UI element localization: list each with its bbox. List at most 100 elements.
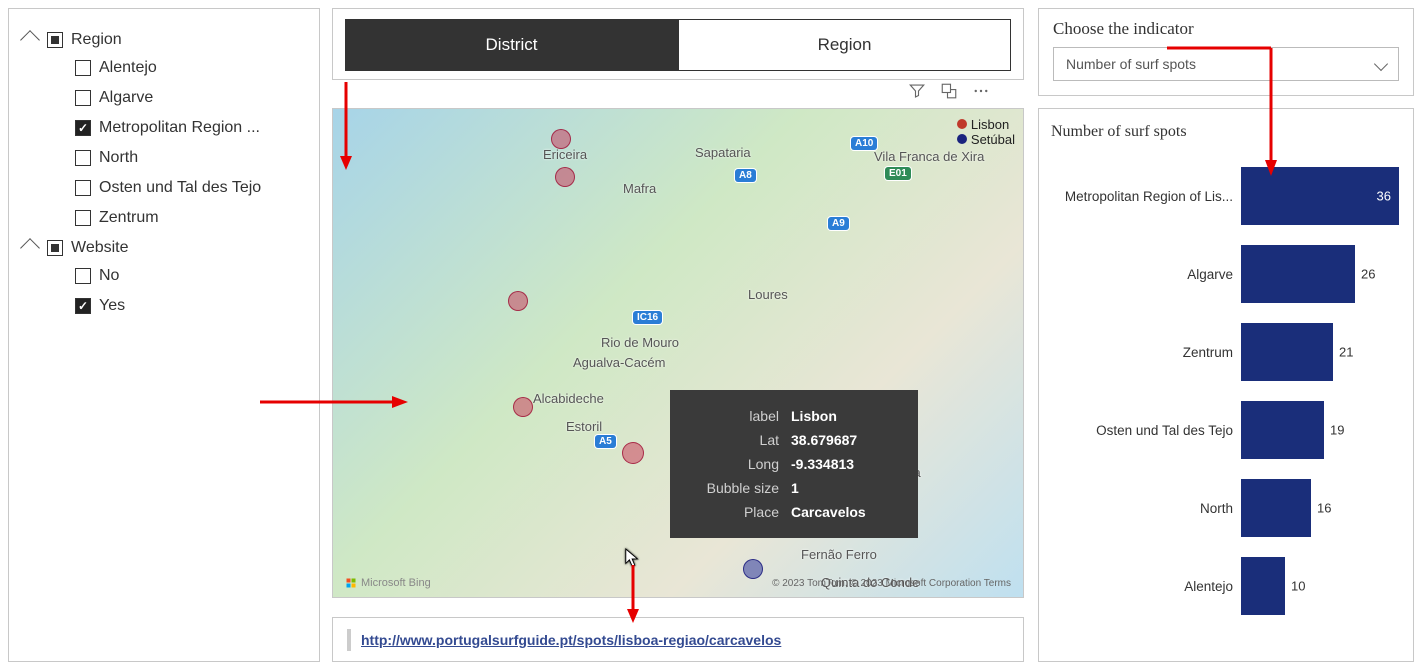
bar-value: 10 xyxy=(1291,579,1305,594)
bar-track: 21 xyxy=(1241,323,1401,381)
tooltip-key: label xyxy=(684,408,779,424)
chevron-down-icon xyxy=(1374,57,1388,71)
map-bubble[interactable] xyxy=(555,167,575,187)
checkbox-region-all[interactable] xyxy=(47,32,63,48)
checkbox[interactable] xyxy=(75,90,91,106)
checkbox[interactable] xyxy=(75,268,91,284)
checkbox[interactable] xyxy=(75,120,91,136)
filter-label-website: Website xyxy=(71,239,129,257)
tooltip-value: -9.334813 xyxy=(791,456,854,472)
map-place: Ericeira xyxy=(543,147,587,162)
tooltip-row: label Lisbon xyxy=(684,404,904,428)
checkbox[interactable] xyxy=(75,210,91,226)
bar-chart[interactable]: Metropolitan Region of Lis...36 Algarve26… xyxy=(1051,167,1401,615)
filter-item-label: Alentejo xyxy=(99,59,157,77)
filter-item-region-1[interactable]: Algarve xyxy=(75,83,305,113)
map-place: Estoril xyxy=(566,419,602,434)
map-place: Mafra xyxy=(623,181,656,196)
filter-item-label: Metropolitan Region ... xyxy=(99,119,260,137)
url-bar-accent xyxy=(347,629,351,651)
bar-fill xyxy=(1241,245,1355,303)
checkbox-website-all[interactable] xyxy=(47,240,63,256)
bar-track: 26 xyxy=(1241,245,1401,303)
bar-track: 10 xyxy=(1241,557,1401,615)
filter-item-label: Osten und Tal des Tejo xyxy=(99,179,261,197)
chart-title: Number of surf spots xyxy=(1051,123,1401,141)
bar-track: 36 xyxy=(1241,167,1401,225)
filter-items-region: Alentejo Algarve Metropolitan Region ... No… xyxy=(23,53,305,233)
filter-item-region-4[interactable]: Osten und Tal des Tejo xyxy=(75,173,305,203)
bar-category: Osten und Tal des Tejo xyxy=(1051,423,1241,438)
filter-item-region-5[interactable]: Zentrum xyxy=(75,203,305,233)
chevron-up-icon xyxy=(20,30,40,50)
tab-region[interactable]: Region xyxy=(678,19,1011,71)
map-attribution-right: © 2023 TomTom, © 2023 Microsoft Corporat… xyxy=(772,578,1011,589)
detail-link[interactable]: http://www.portugalsurfguide.pt/spots/li… xyxy=(361,632,781,648)
bar-fill xyxy=(1241,557,1285,615)
checkbox[interactable] xyxy=(75,180,91,196)
map-place: Sapataria xyxy=(695,145,751,160)
tooltip-value: 1 xyxy=(791,480,799,496)
checkbox[interactable] xyxy=(75,150,91,166)
bar-row[interactable]: North16 xyxy=(1051,479,1401,537)
bar-value: 21 xyxy=(1339,345,1353,360)
bar-row[interactable]: Algarve26 xyxy=(1051,245,1401,303)
filter-item-label: No xyxy=(99,267,119,285)
map-bubble-active[interactable] xyxy=(622,442,644,464)
filter-item-label: Yes xyxy=(99,297,125,315)
tooltip-row: Lat38.679687 xyxy=(684,428,904,452)
filter-header-region[interactable]: Region xyxy=(23,27,305,53)
map-bubble[interactable] xyxy=(508,291,528,311)
legend-item-setubal: Setúbal xyxy=(957,132,1015,147)
map-bubble[interactable] xyxy=(551,129,571,149)
bing-icon xyxy=(345,577,357,589)
bar-row[interactable]: Osten und Tal des Tejo19 xyxy=(1051,401,1401,459)
bar-category: Algarve xyxy=(1051,267,1241,282)
filter-header-website[interactable]: Website xyxy=(23,235,305,261)
checkbox[interactable] xyxy=(75,298,91,314)
filter-item-website-1[interactable]: Yes xyxy=(75,291,305,321)
tab-district[interactable]: District xyxy=(345,19,678,71)
more-icon[interactable] xyxy=(972,82,990,100)
filter-label-region: Region xyxy=(71,31,122,49)
tooltip-row: Bubble size 1 xyxy=(684,476,904,500)
filter-items-website: No Yes xyxy=(23,261,305,321)
indicator-title: Choose the indicator xyxy=(1053,19,1399,39)
map-attribution-left: Microsoft Bing xyxy=(345,577,431,589)
map-attribution-text: Microsoft Bing xyxy=(361,577,431,589)
filter-icon[interactable] xyxy=(908,82,926,100)
focus-icon[interactable] xyxy=(940,82,958,100)
indicator-panel: Choose the indicator Number of surf spot… xyxy=(1038,8,1414,96)
map-bubble[interactable] xyxy=(513,397,533,417)
filter-item-region-2[interactable]: Metropolitan Region ... xyxy=(75,113,305,143)
bar-fill xyxy=(1241,323,1333,381)
tooltip-key: Bubble size xyxy=(684,480,779,496)
tooltip-key: Lat xyxy=(684,432,779,448)
map-place: Agualva-Cacém xyxy=(573,355,666,370)
bar-row[interactable]: Alentejo10 xyxy=(1051,557,1401,615)
bar-row[interactable]: Metropolitan Region of Lis...36 xyxy=(1051,167,1401,225)
bar-category: North xyxy=(1051,501,1241,516)
filter-group-region: Region Alentejo Algarve Metropolitan Regio… xyxy=(23,27,305,233)
checkbox[interactable] xyxy=(75,60,91,76)
map-place: Rio de Mouro xyxy=(601,335,679,350)
filter-item-label: Algarve xyxy=(99,89,153,107)
tooltip-key: Place xyxy=(684,504,779,520)
map-legend: Lisbon Setúbal xyxy=(957,117,1015,147)
filter-item-website-0[interactable]: No xyxy=(75,261,305,291)
bar-row[interactable]: Zentrum21 xyxy=(1051,323,1401,381)
tooltip-value: Lisbon xyxy=(791,408,837,424)
indicator-dropdown[interactable]: Number of surf spots xyxy=(1053,47,1399,81)
filter-item-region-0[interactable]: Alentejo xyxy=(75,53,305,83)
chart-panel: Number of surf spots Metropolitan Region… xyxy=(1038,108,1414,662)
legend-item-lisbon: Lisbon xyxy=(957,117,1015,132)
filter-item-label: North xyxy=(99,149,138,167)
tooltip-row: Place Carcavelos xyxy=(684,500,904,524)
tooltip-row: Long -9.334813 xyxy=(684,452,904,476)
map-place: Loures xyxy=(748,287,788,302)
tooltip-value: Carcavelos xyxy=(791,504,866,520)
filter-item-region-3[interactable]: North xyxy=(75,143,305,173)
legend-label: Lisbon xyxy=(971,117,1009,132)
tooltip-key: Long xyxy=(684,456,779,472)
map-bubble[interactable] xyxy=(743,559,763,579)
